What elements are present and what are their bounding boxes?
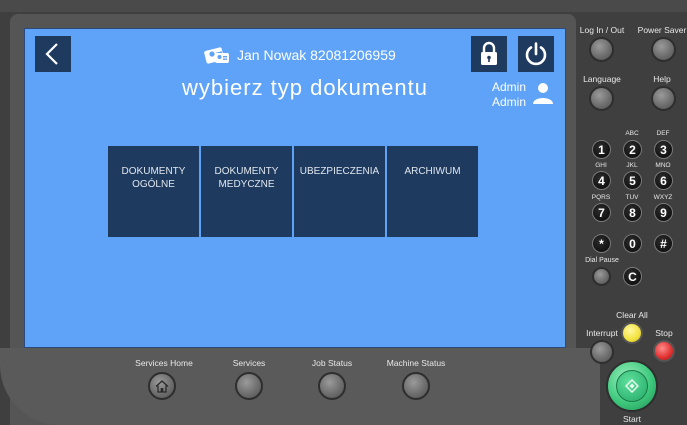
key-3-letters: DEF [656, 130, 670, 137]
logged-user: Jan Nowak 82081206959 [203, 43, 396, 67]
admin-line-2: Admin [491, 95, 526, 109]
key-6-letters: MNO [655, 162, 671, 169]
tile-dokumenty-ogolne[interactable]: DOKUMENTY OGÓLNE [108, 146, 199, 237]
interrupt-button[interactable] [590, 340, 614, 364]
key-6[interactable]: 6 [654, 171, 673, 190]
dial-pause-label: Dial Pause [585, 257, 619, 264]
key-8[interactable]: 8 [623, 203, 642, 222]
job-status-label: Job Status [311, 358, 353, 368]
key-3[interactable]: 3 [654, 140, 673, 159]
touch-screen: Jan Nowak 82081206959 wybierz typ dokume… [24, 28, 566, 348]
lock-button[interactable] [471, 36, 507, 72]
services-home-label: Services Home [135, 358, 193, 368]
key-hash[interactable]: # [654, 234, 673, 253]
stop-button[interactable] [653, 340, 675, 362]
id-card-icon [204, 47, 229, 64]
admin-line-1: Admin [491, 80, 526, 94]
key-2[interactable]: 2 [623, 140, 642, 159]
stop-label: Stop [655, 328, 673, 338]
machine-status-label: Machine Status [386, 358, 446, 368]
chevron-left-icon [45, 43, 58, 65]
printer-control-panel: Jan Nowak 82081206959 wybierz typ dokume… [0, 0, 687, 425]
key-4[interactable]: 4 [592, 171, 611, 190]
start-button-core [616, 370, 648, 402]
key-7-letters: PQRS [591, 194, 611, 201]
key-1[interactable]: 1 [592, 140, 611, 159]
clear-all-label: Clear All [616, 310, 648, 320]
start-label: Start [623, 414, 641, 424]
services-label: Services [232, 358, 266, 368]
help-button[interactable] [651, 86, 676, 111]
page-title: wybierz typ dokumentu [182, 75, 428, 100]
tile-ubezpieczenia[interactable]: UBEZPIECZENIA [294, 146, 385, 237]
diamond-start-icon [625, 379, 639, 393]
dial-pause-button[interactable] [592, 267, 611, 286]
key-9[interactable]: 9 [654, 203, 673, 222]
power-saver-label: Power Saver [637, 25, 687, 35]
job-status-button[interactable] [318, 372, 346, 400]
tile-dokumenty-medyczne[interactable]: DOKUMENTY MEDYCZNE [201, 146, 292, 237]
clear-key[interactable]: C [623, 267, 642, 286]
key-star[interactable]: * [592, 234, 611, 253]
language-button[interactable] [589, 86, 614, 111]
start-button[interactable] [606, 360, 658, 412]
admin-label: Admin Admin [489, 80, 529, 110]
key-7[interactable]: 7 [592, 203, 611, 222]
key-4-letters: GHI [595, 162, 607, 169]
document-type-tiles: DOKUMENTY OGÓLNE DOKUMENTY MEDYCZNE UBEZ… [108, 146, 478, 237]
services-home-button[interactable] [148, 372, 176, 400]
key-5-letters: JKL [626, 162, 638, 169]
help-label: Help [653, 74, 671, 84]
key-8-letters: TUV [625, 194, 639, 201]
person-icon [533, 83, 553, 104]
power-icon [525, 42, 547, 66]
power-saver-button[interactable] [651, 37, 676, 62]
back-button[interactable] [35, 36, 71, 72]
home-icon [155, 379, 169, 393]
services-button[interactable] [235, 372, 263, 400]
key-9-letters: WXYZ [653, 194, 673, 201]
panel-top-edge [0, 0, 687, 12]
key-0[interactable]: 0 [623, 234, 642, 253]
language-label: Language [583, 74, 621, 84]
key-5[interactable]: 5 [623, 171, 642, 190]
logout-power-button[interactable] [518, 36, 554, 72]
key-2-letters: ABC [625, 130, 639, 137]
user-name-label: Jan Nowak 82081206959 [237, 47, 396, 63]
log-in-out-label: Log In / Out [579, 25, 625, 35]
log-in-out-button[interactable] [589, 37, 614, 62]
interrupt-label: Interrupt [586, 328, 618, 338]
lock-icon [481, 41, 497, 65]
tile-archiwum[interactable]: ARCHIWUM [387, 146, 478, 237]
machine-status-button[interactable] [402, 372, 430, 400]
